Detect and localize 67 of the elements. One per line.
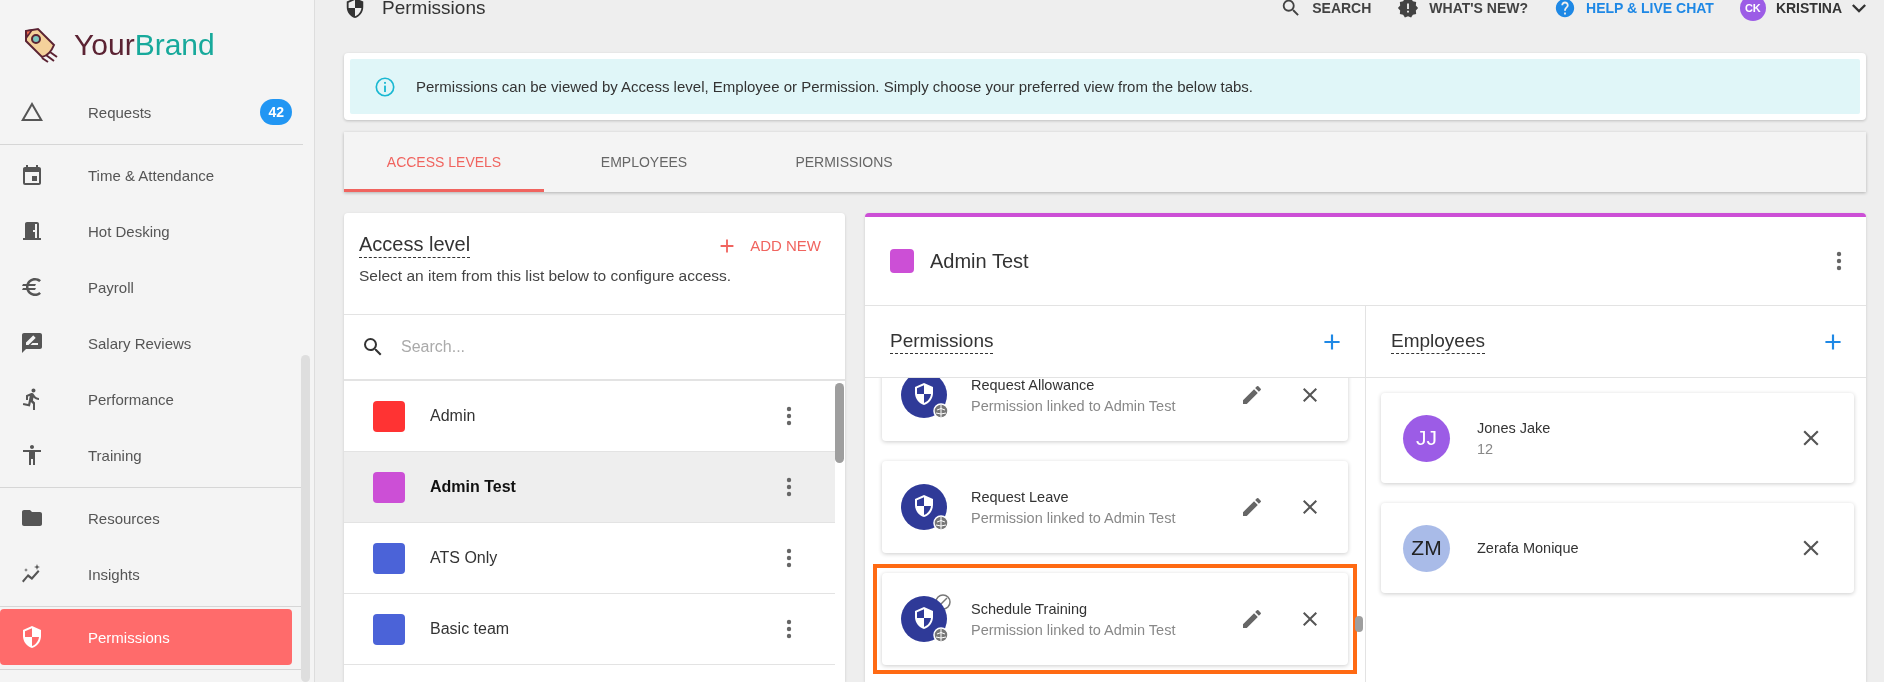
- employee-avatar: ZM: [1403, 524, 1450, 572]
- info-icon: [374, 75, 396, 98]
- permission-card[interactable]: Schedule Training Permission linked to Admin Test: [882, 573, 1348, 665]
- employee-card[interactable]: ZM Zerafa Monique: [1381, 503, 1854, 593]
- edit-icon[interactable]: [1240, 607, 1264, 631]
- employee-card[interactable]: JJ Jones Jake 12: [1381, 393, 1854, 483]
- brand-name: YourBrand: [74, 28, 215, 62]
- permission-subtitle: Permission linked to Admin Test: [971, 509, 1177, 526]
- user-menu[interactable]: CK KRISTINA: [1739, 0, 1866, 21]
- header-link[interactable]: WHAT'S NEW?: [1397, 0, 1529, 19]
- sidebar-item[interactable]: Performance: [0, 371, 292, 427]
- sidebar-item[interactable]: Resources: [0, 490, 292, 546]
- warning-icon: [20, 100, 44, 124]
- more-icon[interactable]: [1836, 251, 1842, 271]
- scrollbar-thumb[interactable]: [1355, 616, 1363, 632]
- edit-icon[interactable]: [1240, 495, 1264, 519]
- panel-title: Access level: [359, 233, 471, 258]
- chevron-down-icon: [1852, 3, 1866, 13]
- panel-subtitle: Select an item from this list below to configure access.: [359, 267, 733, 285]
- shield-icon: [20, 625, 44, 649]
- column-title: Permissions: [890, 329, 994, 354]
- access-level-item[interactable]: Basic team: [344, 594, 835, 665]
- more-icon[interactable]: [786, 406, 792, 426]
- sidebar-item[interactable]: Salary Reviews: [0, 315, 292, 371]
- permission-name: Request Allowance: [971, 378, 1096, 393]
- scrollbar-thumb[interactable]: [301, 355, 310, 682]
- tab[interactable]: EMPLOYEES: [544, 132, 744, 192]
- user-avatar: CK: [1739, 0, 1766, 21]
- employee-number: 12: [1477, 440, 1495, 457]
- door-icon: [20, 219, 44, 243]
- detail-title: Admin Test: [930, 249, 1030, 273]
- permission-card[interactable]: Request Allowance Permission linked to Admin Test: [882, 378, 1348, 441]
- employee-name: Zerafa Monique: [1477, 540, 1580, 556]
- more-icon[interactable]: [786, 548, 792, 568]
- search-field[interactable]: Search...: [401, 315, 845, 379]
- sidebar-item[interactable]: Payroll: [0, 259, 292, 315]
- person-icon: [20, 443, 44, 467]
- shield-icon: [344, 0, 366, 19]
- page-title: Permissions: [382, 0, 486, 19]
- permission-subtitle: Permission linked to Admin Test: [971, 621, 1177, 638]
- sidebar-item[interactable]: Insights: [0, 546, 292, 602]
- info-text: Permissions can be viewed by Access level, Employee or Permission. Simply choose your preferred view from the below tabs.: [416, 78, 1254, 95]
- permission-subtitle: Permission linked to Admin Test: [971, 397, 1177, 414]
- sidebar-item[interactable]: Training: [0, 427, 292, 483]
- more-icon[interactable]: [786, 619, 792, 639]
- scrollbar-thumb[interactable]: [835, 383, 844, 463]
- sidebar-item[interactable]: Hot Desking: [0, 203, 292, 259]
- star-badge-icon: [1397, 0, 1420, 19]
- sidebar-item[interactable]: Time & Attendance: [0, 147, 292, 203]
- permission-card[interactable]: Request Leave Permission linked to Admin Test: [882, 461, 1348, 553]
- permission-name: Schedule Training: [971, 600, 1089, 617]
- header-link[interactable]: SEARCH: [1280, 0, 1372, 19]
- calendar-icon: [20, 163, 44, 187]
- count-badge: 42: [260, 99, 292, 125]
- access-level-item[interactable]: Admin Test: [344, 452, 835, 523]
- employee-name: Jones Jake: [1477, 419, 1552, 436]
- permission-name: Request Leave: [971, 488, 1070, 505]
- help-icon: [1554, 0, 1577, 19]
- review-icon: [20, 331, 44, 355]
- edit-icon[interactable]: [1240, 383, 1264, 407]
- tab[interactable]: PERMISSIONS: [744, 132, 944, 192]
- column-title: Employees: [1391, 329, 1485, 354]
- more-icon[interactable]: [786, 477, 792, 497]
- access-level-item[interactable]: ATS Only: [344, 523, 835, 594]
- employee-avatar: JJ: [1403, 414, 1450, 462]
- sidebar-item[interactable]: Requests 42: [0, 84, 292, 140]
- euro-icon: [20, 275, 44, 299]
